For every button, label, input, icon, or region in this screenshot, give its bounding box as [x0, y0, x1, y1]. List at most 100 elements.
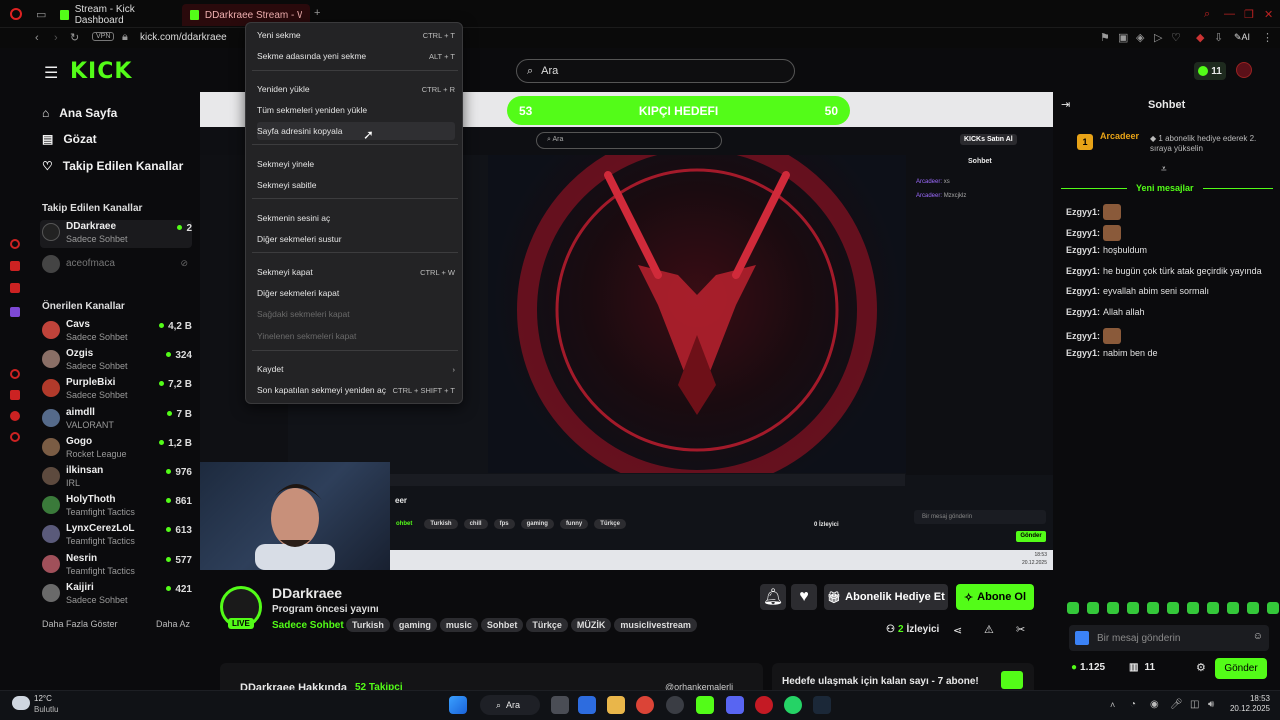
history-icon[interactable]: [10, 369, 20, 379]
nav-following[interactable]: ♡ Takip Edilen Kanallar: [42, 159, 183, 173]
minimize-icon[interactable]: —: [1224, 8, 1235, 20]
tag[interactable]: gaming: [392, 618, 437, 632]
chevron-down-icon[interactable]: ⩡: [1161, 164, 1167, 175]
new-tab-icon[interactable]: +: [314, 7, 320, 19]
forward-icon[interactable]: ›: [54, 32, 58, 44]
menu-item-close-tab[interactable]: Sekmeyi kapat CTRL + W: [257, 263, 455, 281]
emote-icon[interactable]: [1107, 602, 1119, 614]
kick-logo[interactable]: KICK: [70, 59, 132, 84]
volume-icon[interactable]: 🔊︎: [1208, 699, 1214, 710]
gift-subscription-button[interactable]: 🎁︎ Abonelik Hediye Et: [824, 584, 948, 610]
taskbar-search[interactable]: ⌕ Ara: [480, 695, 540, 715]
emote-icon[interactable]: [1167, 602, 1179, 614]
goal-expand-button[interactable]: [1001, 671, 1023, 689]
chat-username[interactable]: Ezgyy1:: [1066, 286, 1100, 296]
chat-username[interactable]: Ezgyy1:: [1066, 331, 1100, 341]
emoji-icon[interactable]: ☺: [1253, 631, 1263, 642]
recommended-channel[interactable]: Nesrin Teamfight Tactics 577: [40, 552, 192, 580]
back-icon[interactable]: ‹: [35, 32, 39, 44]
play-icon[interactable]: ▷: [1154, 31, 1162, 44]
personal-news-icon[interactable]: [10, 411, 20, 421]
tray-chevron-icon[interactable]: ˄: [1110, 700, 1115, 710]
opera-sidebar-app-icon[interactable]: [10, 239, 20, 249]
notification-bell-button[interactable]: 🔔︎: [760, 584, 786, 610]
opera-taskbar-icon[interactable]: [755, 696, 773, 714]
follow-button[interactable]: ♥: [791, 584, 817, 610]
snapshot-icon[interactable]: ▣: [1118, 31, 1128, 44]
recommended-channel[interactable]: aimdll VALORANT 7 B: [40, 406, 192, 434]
close-window-icon[interactable]: ✕: [1264, 8, 1273, 21]
menu-item-duplicate-tab[interactable]: Sekmeyi yinele: [257, 155, 455, 173]
menu-item-new-tab[interactable]: Yeni sekme CTRL + T: [257, 26, 455, 44]
leaderboard-user[interactable]: Arcadeer: [1100, 131, 1139, 141]
pinboard-icon[interactable]: [10, 390, 20, 400]
chat-username[interactable]: Ezgyy1:: [1066, 228, 1100, 238]
recommended-channel[interactable]: Cavs Sadece Sohbet 4,2 B: [40, 318, 192, 346]
chat-username[interactable]: Ezgyy1:: [1066, 245, 1100, 255]
file-explorer-icon[interactable]: [607, 696, 625, 714]
emote-icon[interactable]: [1187, 602, 1199, 614]
tray-app-icon[interactable]: ◔: [1130, 699, 1136, 710]
kick-app-icon[interactable]: [696, 696, 714, 714]
tag[interactable]: Turkish: [346, 618, 390, 632]
recommended-channel[interactable]: ilkinsan IRL 976: [40, 464, 192, 492]
shield-icon[interactable]: ◈: [1136, 31, 1144, 44]
subscribe-button[interactable]: ✧ Abone Ol: [956, 584, 1034, 610]
emote-icon[interactable]: [1207, 602, 1219, 614]
show-less-link[interactable]: Daha Az: [156, 619, 190, 629]
taskbar-clock[interactable]: 18:53 20.12.2025: [1228, 694, 1270, 714]
nav-home[interactable]: ⌂ Ana Sayfa: [42, 106, 117, 120]
settings-icon[interactable]: [10, 432, 20, 442]
show-more-link[interactable]: Daha Fazla Göster: [42, 619, 118, 629]
menu-item-reload[interactable]: Yeniden yükle CTRL + R: [257, 80, 455, 98]
reload-icon[interactable]: ↻: [70, 31, 79, 44]
emote-icon[interactable]: [1147, 602, 1159, 614]
tag[interactable]: Türkçe: [526, 618, 568, 632]
streamer-name[interactable]: DDarkraee: [272, 585, 342, 601]
tag[interactable]: music: [439, 618, 478, 632]
tag[interactable]: MÜZİK: [570, 618, 612, 632]
bookmark-icon[interactable]: ⚑: [1100, 31, 1110, 44]
chat-username[interactable]: Ezgyy1:: [1066, 348, 1100, 358]
chat-input[interactable]: Bir mesaj gönderin ☺: [1069, 625, 1269, 651]
search-tabs-icon[interactable]: ⌕: [1204, 8, 1210, 21]
lock-icon[interactable]: 🔒︎: [122, 31, 128, 44]
send-button[interactable]: Gönder: [1215, 658, 1267, 679]
chat-settings-icon[interactable]: ⚙: [1196, 661, 1206, 674]
game-icon[interactable]: [666, 696, 684, 714]
steam-icon[interactable]: [813, 696, 831, 714]
nav-browse[interactable]: ▤ Gözat: [42, 132, 97, 146]
menu-item-unmute-tab[interactable]: Sekmenin sesini aç: [257, 209, 455, 227]
steam-tray-icon[interactable]: ◉: [1150, 699, 1159, 710]
sub-goal-bar[interactable]: 53 KIPÇI HEDEFI 50: [507, 96, 850, 125]
followed-channel-ddarkraee[interactable]: DDarkraee Sadece Sohbet 2: [40, 220, 192, 248]
user-avatar[interactable]: [1236, 62, 1252, 78]
chat-username[interactable]: Ezgyy1:: [1066, 307, 1100, 317]
recommended-channel[interactable]: PurpleBixi Sadece Sohbet 7,2 B: [40, 376, 192, 404]
menu-item-new-tab-in-island[interactable]: Sekme adasında yeni sekme ALT + T: [257, 47, 455, 65]
gift-shortcut-icon[interactable]: [1075, 631, 1089, 645]
network-icon[interactable]: ◫: [1190, 699, 1199, 710]
weather-widget[interactable]: 12°C Bulutlu: [12, 694, 72, 718]
menu-item-mute-others[interactable]: Diğer sekmeleri sustur: [257, 230, 455, 248]
vpn-badge[interactable]: VPN: [92, 32, 115, 41]
chat-username[interactable]: Ezgyy1:: [1066, 266, 1100, 276]
twitch-icon[interactable]: [10, 307, 20, 317]
gifts-count[interactable]: ▥ 11: [1129, 662, 1155, 673]
share-icon[interactable]: ⋖: [953, 624, 962, 637]
recommended-channel[interactable]: LynxCerezLoL Teamfight Tactics 613: [40, 522, 192, 550]
recommended-channel[interactable]: HolyThoth Teamfight Tactics 861: [40, 493, 192, 521]
start-icon[interactable]: [449, 696, 467, 714]
chrome-icon[interactable]: [636, 696, 654, 714]
kicks-balance[interactable]: 11: [1194, 62, 1226, 80]
tag[interactable]: musiclivestream: [614, 618, 697, 632]
discord-icon[interactable]: [726, 696, 744, 714]
emote-icon[interactable]: [1227, 602, 1239, 614]
emote-icon[interactable]: [1127, 602, 1139, 614]
task-view-icon[interactable]: [551, 696, 569, 714]
followed-channel-aceofmaca[interactable]: aceofmaca ⊘: [40, 252, 192, 280]
opera-logo-icon[interactable]: [10, 8, 22, 20]
menu-item-close-others[interactable]: Diğer sekmeleri kapat: [257, 284, 455, 302]
whatsapp-icon[interactable]: [784, 696, 802, 714]
recommended-channel[interactable]: Gogo Rocket League 1,2 B: [40, 435, 192, 463]
